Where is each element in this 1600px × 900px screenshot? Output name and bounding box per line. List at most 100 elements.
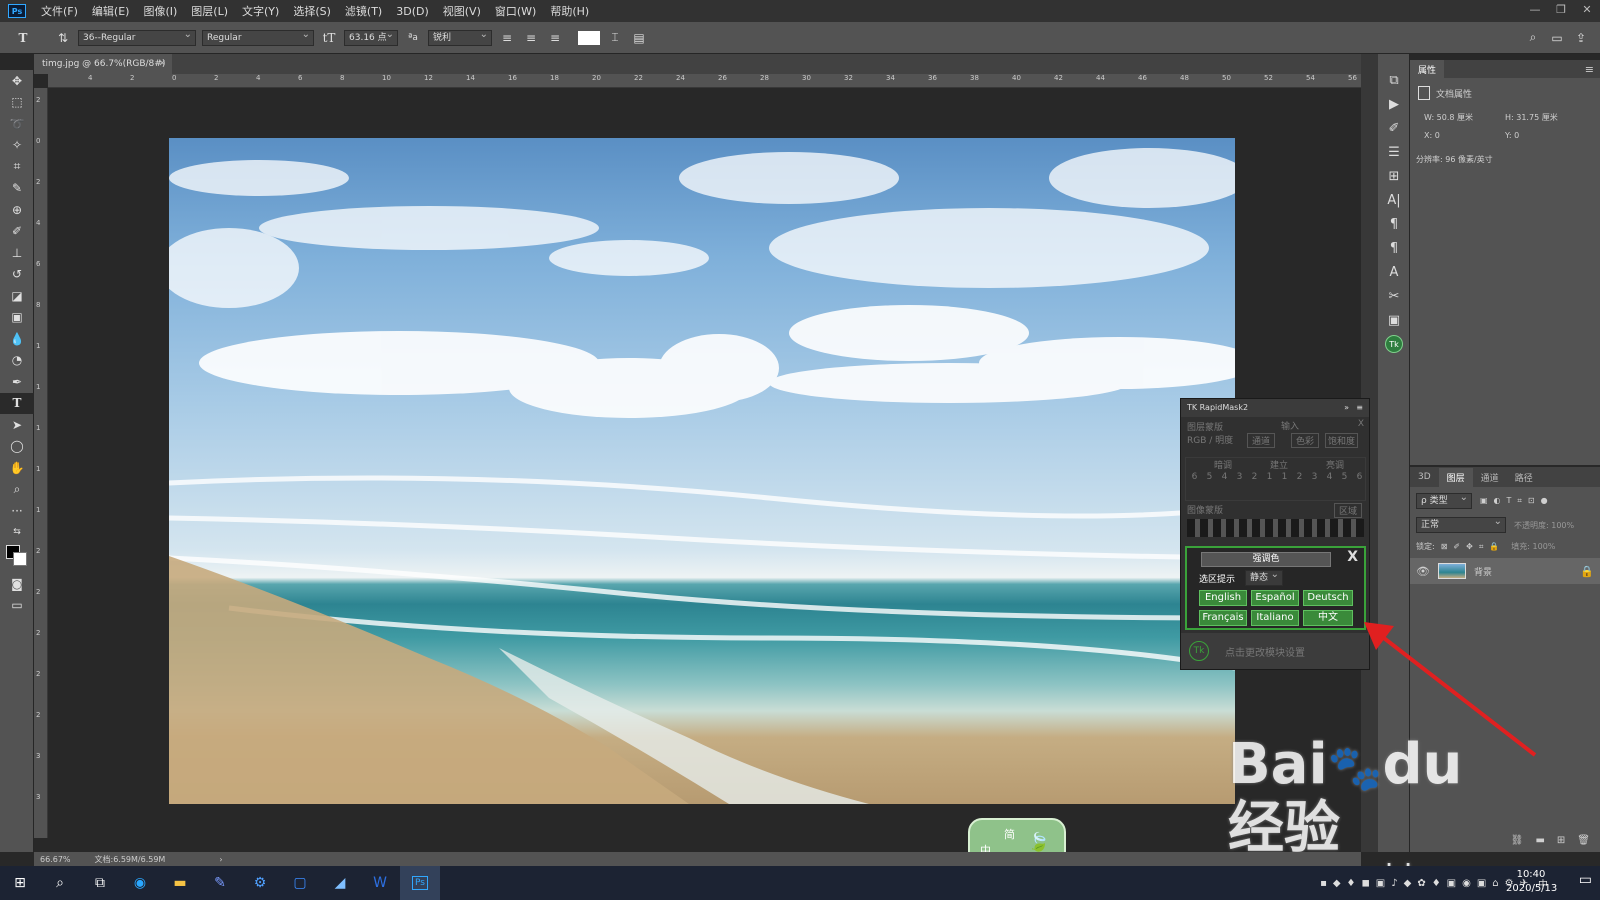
menu-type[interactable]: 文字(Y) [235,3,286,19]
mask-slider-track[interactable] [1187,519,1364,537]
tone-step[interactable]: 1 [1278,472,1291,482]
accent-close-button[interactable]: X [1347,549,1358,565]
character-styles-icon[interactable]: A [1378,260,1410,284]
task-view-icon[interactable]: ⧉ [80,866,120,900]
menu-window[interactable]: 窗口(W) [488,3,543,19]
zoom-level[interactable]: 66.67% [40,855,71,864]
tone-step[interactable]: 4 [1218,472,1231,482]
healing-tool-icon[interactable]: ⊕ [0,199,34,221]
type-tool-icon[interactable]: T [14,29,32,47]
lang-french-button[interactable]: Français [1199,610,1247,626]
notification-icon[interactable]: ▭ [1579,872,1592,888]
lang-spanish-button[interactable]: Español [1251,590,1299,606]
app-icon-4[interactable]: ◢ [320,866,360,900]
fill-field[interactable]: 填充: 100% [1511,541,1555,552]
close-tab-icon[interactable]: ✕ [158,54,166,74]
crop-tool-icon[interactable]: ⌗ [0,156,34,178]
lang-german-button[interactable]: Deutsch [1303,590,1353,606]
rapidmask-plugin-icon[interactable]: Tk [1378,332,1410,356]
image-mask-label[interactable]: 图像蒙版 [1187,503,1223,516]
tab-channels[interactable]: 通道 [1473,468,1507,487]
workspace-icon[interactable]: ▭ [1548,29,1566,47]
module-settings-bar[interactable]: Tk 点击更改模块设置 [1181,633,1369,669]
restore-icon[interactable]: ❐ [1548,0,1574,22]
tone-step[interactable]: 5 [1338,472,1351,482]
tone-step[interactable]: 6 [1353,472,1366,482]
menu-help[interactable]: 帮助(H) [543,3,596,19]
menu-3d[interactable]: 3D(D) [389,5,436,18]
more-tools-icon[interactable]: ··· [0,500,34,522]
clock[interactable]: 10:40 2020/5/13 [1506,868,1557,896]
align-right-icon[interactable]: ≡ [546,29,564,47]
path-selection-tool-icon[interactable]: ➤ [0,414,34,436]
hand-tool-icon[interactable]: ✋ [0,457,34,479]
move-tool-icon[interactable]: ✥ [0,70,34,92]
lang-italian-button[interactable]: Italiano [1251,610,1299,626]
anti-alias-select[interactable]: 锐利 [428,28,492,46]
new-layer-icon[interactable]: ⊞ [1557,835,1565,846]
search-taskbar-icon[interactable]: ⌕ [40,866,80,900]
zoom-tool-icon[interactable]: ⌕ [0,479,34,501]
blur-tool-icon[interactable]: 💧 [0,328,34,350]
menu-image[interactable]: 图像(I) [136,3,184,19]
marquee-tool-icon[interactable]: ⬚ [0,92,34,114]
font-family-select[interactable]: 36--Regular [78,28,196,46]
tone-step[interactable]: 3 [1308,472,1321,482]
gradient-tool-icon[interactable]: ▣ [0,307,34,329]
screen-mode-icon[interactable]: ▭ [0,595,34,617]
status-expand-icon[interactable]: › [219,855,222,864]
history-brush-tool-icon[interactable]: ↺ [0,264,34,286]
tab-paths[interactable]: 路径 [1507,468,1541,487]
y-value[interactable]: Y: 0 [1505,131,1586,140]
doc-size[interactable]: 文档:6.59M/6.59M [95,854,166,865]
tray-icons[interactable]: ▪◆♦◼▣♪◆✿♦▣◉▣⌂⚙✈ [1320,878,1534,889]
character-panel-icon[interactable]: ▤ [630,29,648,47]
lasso-tool-icon[interactable]: ➰ [0,113,34,135]
color-button[interactable]: 色彩 [1291,433,1320,448]
accent-color-button[interactable]: 强调色 [1201,552,1331,567]
menu-file[interactable]: 文件(F) [34,3,85,19]
file-explorer-icon[interactable]: ▬ [160,866,200,900]
tone-step[interactable]: 2 [1293,472,1306,482]
delete-layer-icon[interactable]: 🗑 [1577,835,1590,846]
document-tab[interactable]: timg.jpg @ 66.7%(RGB/8#) ✕ [34,54,172,74]
eyedropper-tool-icon[interactable]: ✎ [0,178,34,200]
lock-icons[interactable]: ⊠✐✥⌗🔒 [1441,542,1506,552]
shape-tool-icon[interactable]: ◯ [0,436,34,458]
app-icon-2[interactable]: ⚙ [240,866,280,900]
pen-tool-icon[interactable]: ✒ [0,371,34,393]
lang-chinese-button[interactable]: 中文 [1303,610,1353,626]
width-value[interactable]: W: 50.8 厘米 [1424,112,1505,123]
font-size-select[interactable]: 63.16 点 [344,28,398,46]
region-button[interactable]: 区域 [1333,503,1362,518]
visibility-eye-icon[interactable]: 👁 [1416,565,1430,578]
menu-select[interactable]: 选择(S) [286,3,338,19]
collapse-icon[interactable]: » [1344,399,1349,417]
tone-step[interactable]: 4 [1323,472,1336,482]
new-group-icon[interactable]: ▬ [1535,835,1544,846]
history-panel-icon[interactable]: ⧉ [1378,68,1410,92]
paragraph-styles-icon[interactable]: ¶ [1378,236,1410,260]
paragraph-icon[interactable]: ¶ [1378,212,1410,236]
adjustments-icon[interactable]: ☰ [1378,140,1410,164]
swap-colors-icon[interactable]: ⇆ [0,522,34,544]
magic-wand-tool-icon[interactable]: ✧ [0,135,34,157]
layer-name[interactable]: 背景 [1474,565,1572,578]
opacity-field[interactable]: 不透明度: 100% [1514,520,1574,531]
close-icon[interactable]: ✕ [1574,0,1600,22]
plugin-menu-icon[interactable]: ≡ [1356,399,1363,417]
app-icon-3[interactable]: ▢ [280,866,320,900]
tone-step[interactable]: 5 [1203,472,1216,482]
menu-filter[interactable]: 滤镜(T) [338,3,389,19]
align-left-icon[interactable]: ≡ [498,29,516,47]
tone-step[interactable]: 3 [1233,472,1246,482]
dodge-tool-icon[interactable]: ◔ [0,350,34,372]
actions-panel-icon[interactable]: ▶ [1378,92,1410,116]
type-tool-active-icon[interactable]: T [0,392,34,414]
minimize-icon[interactable]: — [1522,0,1548,22]
x-value[interactable]: X: 0 [1424,131,1505,140]
app-icon-1[interactable]: ✎ [200,866,240,900]
brush-settings-icon[interactable]: ✐ [1378,116,1410,140]
tab-3d[interactable]: 3D [1410,469,1439,485]
panel-menu-icon[interactable]: ≡ [1585,63,1594,76]
